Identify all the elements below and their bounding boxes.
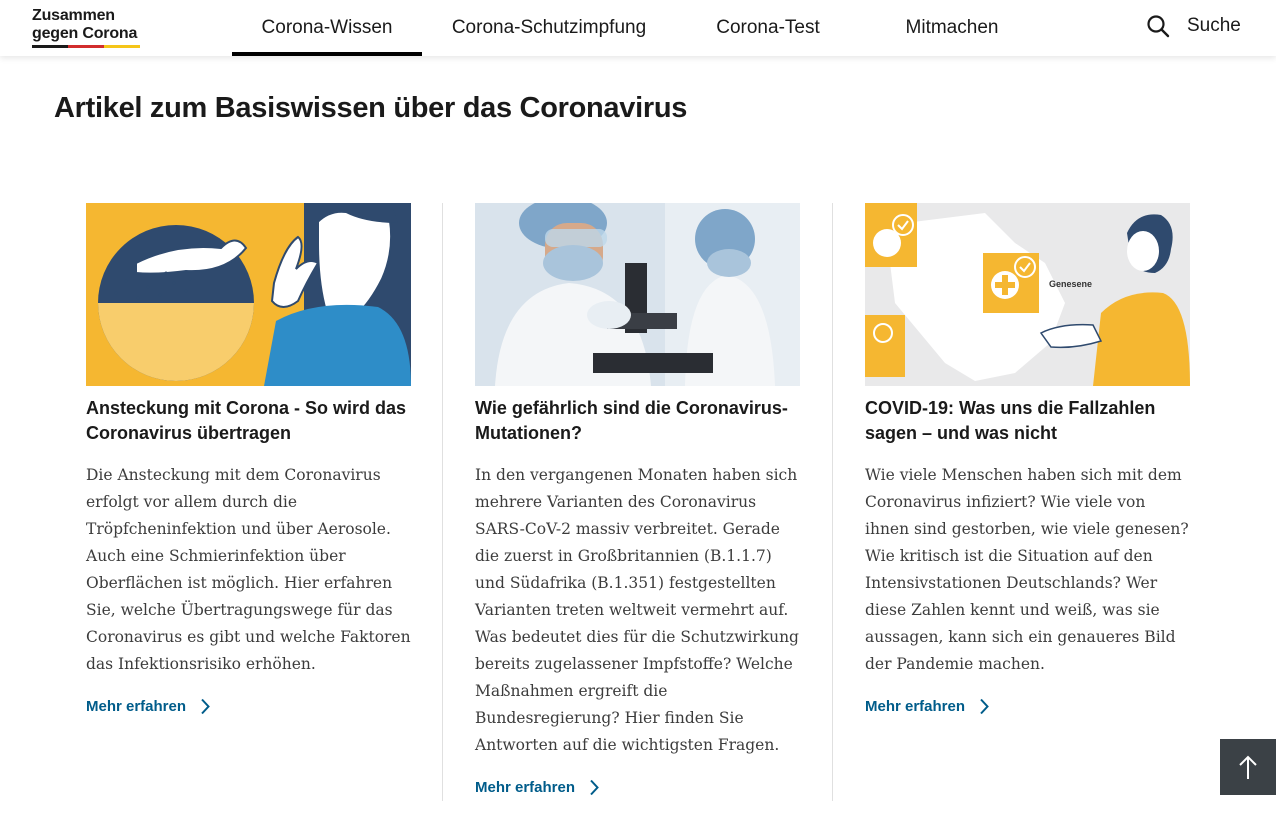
card-text: Wie viele Menschen haben sich mit dem Co… — [865, 466, 1189, 673]
chevron-right-icon — [201, 698, 210, 715]
germany-statistics-illustration: Genesene — [865, 203, 1190, 386]
article-card-transmission: Ansteckung mit Corona - So wird das Coro… — [86, 203, 411, 716]
card-text: Die Ansteckung mit dem Coronavirus erfol… — [86, 466, 411, 673]
search-label: Suche — [1187, 15, 1241, 36]
chevron-right-icon — [590, 779, 599, 796]
column-divider — [442, 203, 443, 801]
back-to-top-button[interactable] — [1220, 739, 1276, 795]
card-title[interactable]: Wie gefährlich sind die Coronavirus-Muta… — [475, 396, 800, 446]
nav-item-mitmachen[interactable]: Mitmachen — [860, 0, 1044, 56]
main-navigation: Corona-Wissen Corona-Schutzimpfung Coron… — [232, 0, 1044, 56]
arrow-up-icon — [1239, 755, 1257, 779]
column-divider — [832, 203, 833, 801]
more-link-label: Mehr erfahren — [865, 698, 966, 715]
chevron-right-icon — [980, 698, 989, 715]
genesene-label: Genesene — [1049, 279, 1092, 289]
search-button[interactable]: Suche — [1146, 14, 1241, 38]
article-card-mutations: Wie gefährlich sind die Coronavirus-Muta… — [475, 203, 800, 797]
nav-item-corona-test[interactable]: Corona-Test — [676, 0, 860, 56]
card-image-germany-statistics[interactable]: Genesene — [865, 203, 1190, 386]
page-title: Artikel zum Basiswissen über das Coronav… — [54, 92, 688, 124]
article-card-case-numbers: Genesene COVID-19: Was uns die Fallzahle… — [865, 203, 1190, 716]
card-title[interactable]: Ansteckung mit Corona - So wird das Coro… — [86, 396, 411, 446]
site-header: Zusammen gegen Corona Corona-Wissen Coro… — [0, 0, 1276, 56]
card-text: In den vergangenen Monaten haben sich me… — [475, 466, 799, 754]
card-title[interactable]: COVID-19: Was uns die Fallzahlen sagen –… — [865, 396, 1190, 446]
logo-line-1: Zusammen — [32, 7, 115, 24]
logo-flag-stripe — [32, 45, 140, 48]
lab-scientists-photo — [475, 203, 800, 386]
more-link-label: Mehr erfahren — [86, 698, 187, 715]
search-icon — [1147, 15, 1170, 38]
more-link[interactable]: Mehr erfahren — [865, 698, 989, 715]
card-image-droplet-infection[interactable] — [86, 203, 411, 386]
card-image-lab-scientists[interactable] — [475, 203, 800, 386]
logo-line-2: gegen Corona — [32, 25, 138, 42]
site-logo[interactable]: Zusammen gegen Corona — [32, 7, 140, 48]
nav-item-corona-wissen[interactable]: Corona-Wissen — [232, 0, 422, 56]
more-link[interactable]: Mehr erfahren — [86, 698, 210, 715]
droplet-infection-illustration — [86, 203, 411, 386]
more-link-label: Mehr erfahren — [475, 779, 576, 796]
more-link[interactable]: Mehr erfahren — [475, 779, 599, 796]
nav-item-corona-schutzimpfung[interactable]: Corona-Schutzimpfung — [422, 0, 676, 56]
